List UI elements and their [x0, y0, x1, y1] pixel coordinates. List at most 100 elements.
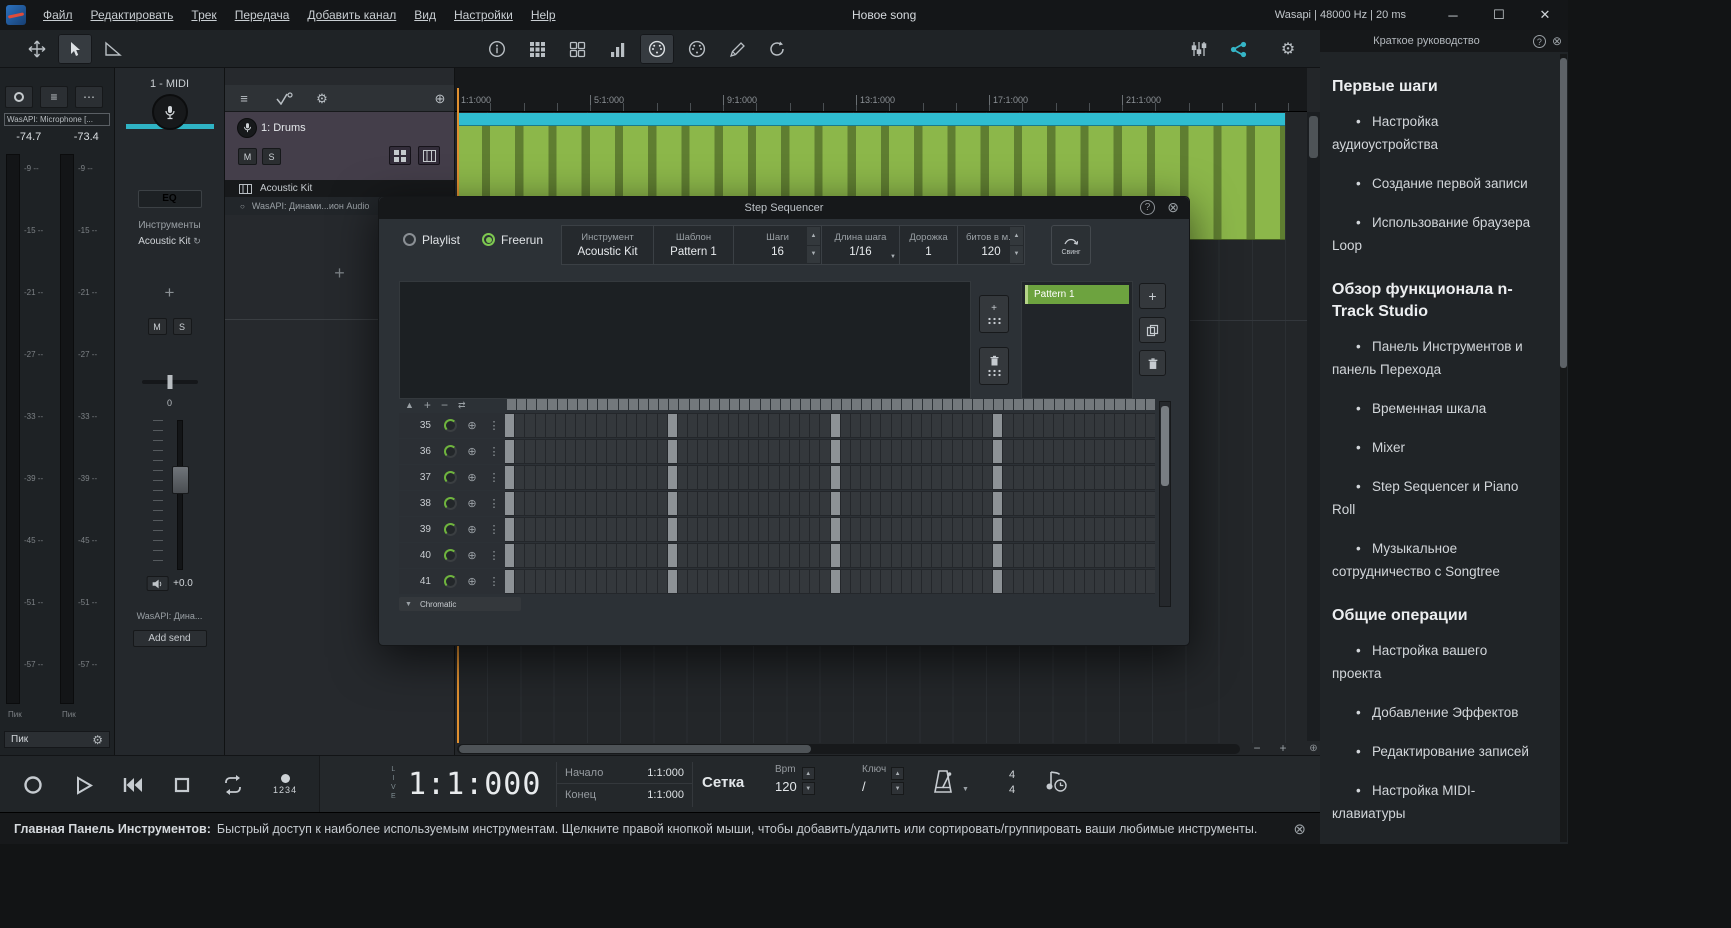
step-cell[interactable] [861, 518, 871, 541]
step-cell[interactable] [555, 518, 566, 541]
sync-icon[interactable] [760, 34, 794, 64]
step-cell[interactable] [647, 544, 657, 567]
meter-settings-gear-icon[interactable]: ⚙ [92, 733, 103, 747]
step-cell[interactable] [1013, 492, 1023, 515]
timeline-ruler[interactable]: 1:1:000 5:1:000 9:1:000 13:1:000 17:1:000 21:… [455, 68, 1307, 112]
minimize-button[interactable]: ─ [1430, 0, 1476, 30]
step-cell[interactable] [1033, 544, 1044, 567]
speaker-icon[interactable] [146, 576, 169, 591]
step-cell[interactable] [566, 414, 576, 437]
step-cell[interactable] [993, 492, 1003, 515]
step-cell[interactable] [911, 544, 922, 567]
step-cell[interactable] [911, 492, 922, 515]
step-cell[interactable] [840, 518, 850, 541]
step-cell[interactable] [647, 492, 657, 515]
pattern-playlist-area[interactable] [399, 281, 971, 399]
grid-header-cell[interactable] [1085, 399, 1095, 410]
step-cell[interactable] [637, 492, 647, 515]
step-cell[interactable] [1054, 440, 1064, 463]
menu-item-7[interactable]: Help [522, 8, 565, 22]
step-cell[interactable] [789, 414, 799, 437]
grid-snap-button[interactable]: Сетка [702, 774, 744, 791]
step-cell[interactable] [718, 440, 728, 463]
step-cell[interactable] [657, 440, 667, 463]
step-cell[interactable] [515, 414, 525, 437]
step-cell[interactable] [1074, 544, 1084, 567]
step-cell[interactable] [1105, 492, 1115, 515]
step-cell[interactable] [952, 466, 962, 489]
grid-header-cell[interactable] [547, 399, 557, 410]
step-cell[interactable] [840, 440, 850, 463]
step-cell[interactable] [1115, 570, 1125, 593]
step-cell[interactable] [749, 492, 759, 515]
step-cell[interactable] [861, 466, 871, 489]
rewind-button[interactable] [122, 774, 144, 796]
step-cell[interactable] [1105, 440, 1115, 463]
step-cell[interactable] [698, 414, 708, 437]
grid-header-cell[interactable] [963, 399, 973, 410]
step-cell[interactable] [850, 440, 861, 463]
step-cell[interactable] [1084, 492, 1094, 515]
remove-pattern-from-playlist-button[interactable] [979, 347, 1009, 385]
grid-view-icon[interactable] [389, 146, 411, 165]
grid-header-cell[interactable] [872, 399, 882, 410]
step-cell[interactable] [871, 570, 881, 593]
grid-header-cell[interactable] [811, 399, 821, 410]
step-cell[interactable] [1064, 492, 1074, 515]
step-cell[interactable] [779, 518, 789, 541]
step-cell[interactable] [922, 466, 932, 489]
step-cell[interactable] [688, 440, 698, 463]
step-cell[interactable] [525, 414, 535, 437]
menu-item-6[interactable]: Настройки [445, 8, 522, 22]
step-cell[interactable] [810, 570, 820, 593]
grid-header-cell[interactable] [628, 399, 638, 410]
step-cell[interactable] [769, 544, 779, 567]
step-cell[interactable] [688, 492, 698, 515]
step-cell[interactable] [830, 544, 840, 567]
step-cell[interactable] [606, 440, 616, 463]
step-cell[interactable] [616, 518, 627, 541]
step-cell[interactable] [932, 440, 942, 463]
step-cell[interactable] [606, 492, 616, 515]
delete-pattern-button[interactable] [1139, 350, 1166, 376]
step-cell[interactable] [657, 570, 667, 593]
step-cell[interactable] [576, 440, 586, 463]
step-cell[interactable] [1023, 466, 1033, 489]
step-cell[interactable] [515, 518, 525, 541]
step-cell[interactable] [891, 492, 901, 515]
guide-link[interactable]: Добавление Эффектов [1332, 693, 1540, 732]
step-cell[interactable] [942, 570, 952, 593]
step-cell[interactable] [1033, 570, 1044, 593]
grid-header-cell[interactable] [1145, 399, 1155, 410]
step-cell[interactable] [606, 466, 616, 489]
add-track-icon[interactable]: ⊕ [427, 88, 453, 109]
row-menu-icon[interactable]: ⋮ [483, 419, 505, 432]
menu-item-2[interactable]: Трек [182, 8, 225, 22]
grid-header-cell[interactable] [1074, 399, 1085, 410]
step-cell[interactable] [962, 544, 972, 567]
velocity-knob-icon[interactable] [439, 445, 461, 458]
step-cell[interactable] [1084, 466, 1094, 489]
step-cell[interactable] [891, 518, 901, 541]
guide-help-icon[interactable]: ? [1532, 34, 1546, 48]
step-cell[interactable] [576, 518, 586, 541]
seq-param-1[interactable]: Шаблон Pattern 1 [654, 226, 734, 264]
step-cell[interactable] [1013, 440, 1023, 463]
step-cell[interactable] [901, 466, 911, 489]
step-cell[interactable] [1145, 414, 1155, 437]
step-cell[interactable] [1145, 466, 1155, 489]
step-cell[interactable] [830, 570, 840, 593]
step-cell[interactable] [1074, 414, 1084, 437]
horizontal-scrollbar[interactable] [457, 744, 1240, 754]
step-cell[interactable] [586, 440, 596, 463]
step-cell[interactable] [738, 414, 749, 437]
step-cell[interactable] [881, 518, 891, 541]
vertical-scrollbar[interactable] [1307, 112, 1320, 741]
grid-header-cell[interactable] [719, 399, 730, 410]
step-cell[interactable] [1094, 518, 1105, 541]
step-cell[interactable] [881, 466, 891, 489]
step-cell[interactable] [850, 544, 861, 567]
step-cell[interactable] [779, 544, 789, 567]
step-cell[interactable] [566, 570, 576, 593]
step-cell[interactable] [972, 466, 983, 489]
